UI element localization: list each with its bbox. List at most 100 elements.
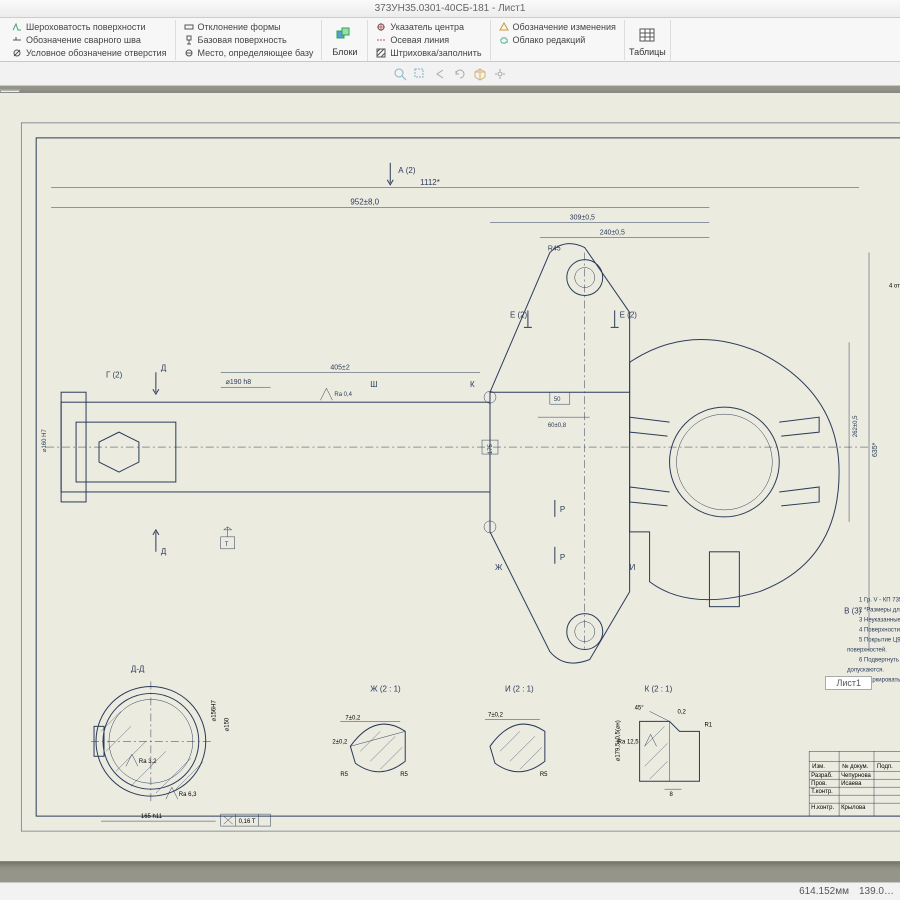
drawing-sheet: 1112* 952±8,0 309±0,5 240±0,5 А (2) [0, 92, 900, 862]
form-tolerance-button[interactable]: Отклонение формы [182, 20, 316, 33]
svg-text:240±0,5: 240±0,5 [600, 230, 625, 237]
svg-text:Подп.: Подп. [877, 764, 893, 770]
svg-text:⌀160 H7: ⌀160 H7 [42, 429, 48, 453]
drawing-viewport[interactable]: 373УН35.0301-18… 1112* 952±8,0 309±0,5 2… [0, 86, 900, 882]
ribbon-revisions: Обозначение изменения Облако редакций [491, 20, 625, 60]
svg-text:R5: R5 [540, 772, 548, 778]
window-title: 373УН35.0301-40СБ-181 - Лист1 [0, 0, 900, 18]
view-rotate-button[interactable] [453, 67, 467, 81]
svg-text:2 *Размеры для спр…: 2 *Размеры для спр… [859, 608, 900, 614]
zoom-area-button[interactable] [413, 67, 427, 81]
svg-text:635*: 635* [872, 442, 879, 457]
hole-callout-button[interactable]: Условное обозначение отверстия [10, 46, 169, 59]
svg-text:⌀156H7: ⌀156H7 [212, 700, 218, 722]
revision-symbol-button[interactable]: Обозначение изменения [497, 20, 618, 33]
svg-text:952±8,0: 952±8,0 [350, 198, 379, 207]
blocks-button[interactable]: Блоки [322, 20, 368, 61]
hole-icon [12, 48, 22, 58]
ribbon-label: Шероховатость поверхности [26, 22, 146, 32]
hatch-icon [376, 48, 386, 58]
surface-roughness-button[interactable]: Шероховатость поверхности [10, 20, 169, 33]
svg-text:№ докум.: № докум. [842, 763, 869, 770]
hatch-button[interactable]: Штриховка/заполнить [374, 46, 483, 59]
status-bar: 614.152мм 139.0… [0, 882, 900, 900]
revision-cloud-button[interactable]: Облако редакций [497, 33, 618, 46]
svg-text:3 Неуказанные рад…: 3 Неуказанные рад… [859, 618, 900, 624]
zoom-fit-button[interactable] [393, 67, 407, 81]
svg-text:Т: Т [225, 542, 229, 548]
zoom-prev-button[interactable] [433, 67, 447, 81]
svg-text:262±0,5: 262±0,5 [853, 415, 859, 437]
ribbon-label: Обозначение изменения [513, 22, 616, 32]
datum-target-button[interactable]: Место, определяющее базу [182, 46, 316, 59]
weld-symbol-button[interactable]: Обозначение сварного шва [10, 33, 169, 46]
table-icon [637, 25, 657, 45]
svg-text:2±0,2: 2±0,2 [332, 739, 348, 745]
svg-text:0,16 Т: 0,16 Т [239, 819, 256, 825]
ribbon-label: Условное обозначение отверстия [26, 48, 167, 58]
ribbon-label: Отклонение формы [198, 22, 281, 32]
svg-text:⌀179,5±0,5(⌀н): ⌀179,5±0,5(⌀н) [616, 720, 622, 761]
center-mark-button[interactable]: Указатель центра [374, 20, 483, 33]
ribbon-label: Обозначение сварного шва [26, 35, 141, 45]
ribbon-centerlines: Указатель центра Осевая линия Штриховка/… [368, 20, 490, 60]
ribbon-label: Штриховка/заполнить [390, 48, 481, 58]
svg-text:405±2: 405±2 [330, 364, 349, 371]
svg-text:8: 8 [670, 792, 674, 798]
svg-text:7±0,2: 7±0,2 [345, 715, 361, 721]
svg-text:И (2 : 1): И (2 : 1) [505, 684, 534, 693]
svg-text:Д: Д [161, 547, 167, 556]
svg-text:А (2): А (2) [398, 166, 416, 175]
sheet-tab[interactable]: Лист1 [825, 676, 872, 690]
view-settings-button[interactable] [493, 67, 507, 81]
ribbon: Шероховатость поверхности Обозначение св… [0, 18, 900, 62]
svg-text:4 отв.: 4 отв. [889, 283, 900, 289]
svg-text:Д: Д [161, 363, 167, 372]
svg-text:R45: R45 [548, 246, 561, 253]
gdt-icon [184, 22, 194, 32]
svg-text:0,2: 0,2 [678, 709, 687, 715]
svg-text:⌀150: ⌀150 [225, 717, 231, 731]
svg-text:допускаются.: допускаются. [847, 667, 884, 673]
svg-text:309±0,5: 309±0,5 [570, 215, 595, 222]
status-x: 614.152мм [799, 886, 849, 897]
svg-text:К: К [470, 380, 475, 389]
svg-text:R5: R5 [400, 772, 408, 778]
view-3d-button[interactable] [473, 67, 487, 81]
svg-text:Ж: Ж [495, 563, 503, 572]
centerline-icon [376, 35, 386, 45]
ribbon-label: Таблицы [629, 47, 666, 57]
ribbon-label: Облако редакций [513, 35, 586, 45]
svg-text:Ra 6,3: Ra 6,3 [179, 792, 197, 798]
cloud-icon [499, 35, 509, 45]
svg-text:7±0,2: 7±0,2 [488, 712, 504, 718]
svg-text:Н.контр.: Н.контр. [811, 805, 834, 811]
ribbon-label: Осевая линия [390, 35, 449, 45]
blocks-icon [335, 25, 355, 45]
svg-text:Т.контр.: Т.контр. [811, 789, 833, 795]
centerline-button[interactable]: Осевая линия [374, 33, 483, 46]
status-y: 139.0… [859, 886, 894, 897]
svg-text:поверхностей.: поверхностей. [847, 647, 887, 654]
svg-text:Чепурнова: Чепурнова [841, 773, 871, 779]
svg-text:Е (2): Е (2) [620, 310, 638, 319]
svg-text:Е (2): Е (2) [510, 310, 528, 319]
svg-text:R5: R5 [340, 772, 348, 778]
ribbon-label: Место, определяющее базу [198, 48, 314, 58]
svg-text:50: 50 [554, 397, 561, 403]
svg-text:4 Поверхности Ш …: 4 Поверхности Ш … [859, 628, 900, 634]
svg-text:Ш: Ш [370, 380, 377, 389]
tables-button[interactable]: Таблицы [625, 20, 671, 61]
svg-text:165 h11: 165 h11 [141, 814, 163, 820]
svg-text:60±0,8: 60±0,8 [548, 423, 567, 429]
datum-button[interactable]: Базовая поверхность [182, 33, 316, 46]
ribbon-label: Указатель центра [390, 22, 464, 32]
ribbon-annotations-1: Шероховатость поверхности Обозначение св… [4, 20, 176, 60]
view-toolbar [0, 62, 900, 86]
svg-text:Р: Р [560, 505, 565, 514]
datum-icon [184, 35, 194, 45]
svg-text:1 Гр. V - КП 735 ГО…: 1 Гр. V - КП 735 ГО… [859, 598, 900, 604]
svg-text:6 Подвергнуть рад…: 6 Подвергнуть рад… [859, 658, 900, 664]
ribbon-label: Базовая поверхность [198, 35, 287, 45]
svg-text:Ж (2 : 1): Ж (2 : 1) [370, 684, 401, 693]
